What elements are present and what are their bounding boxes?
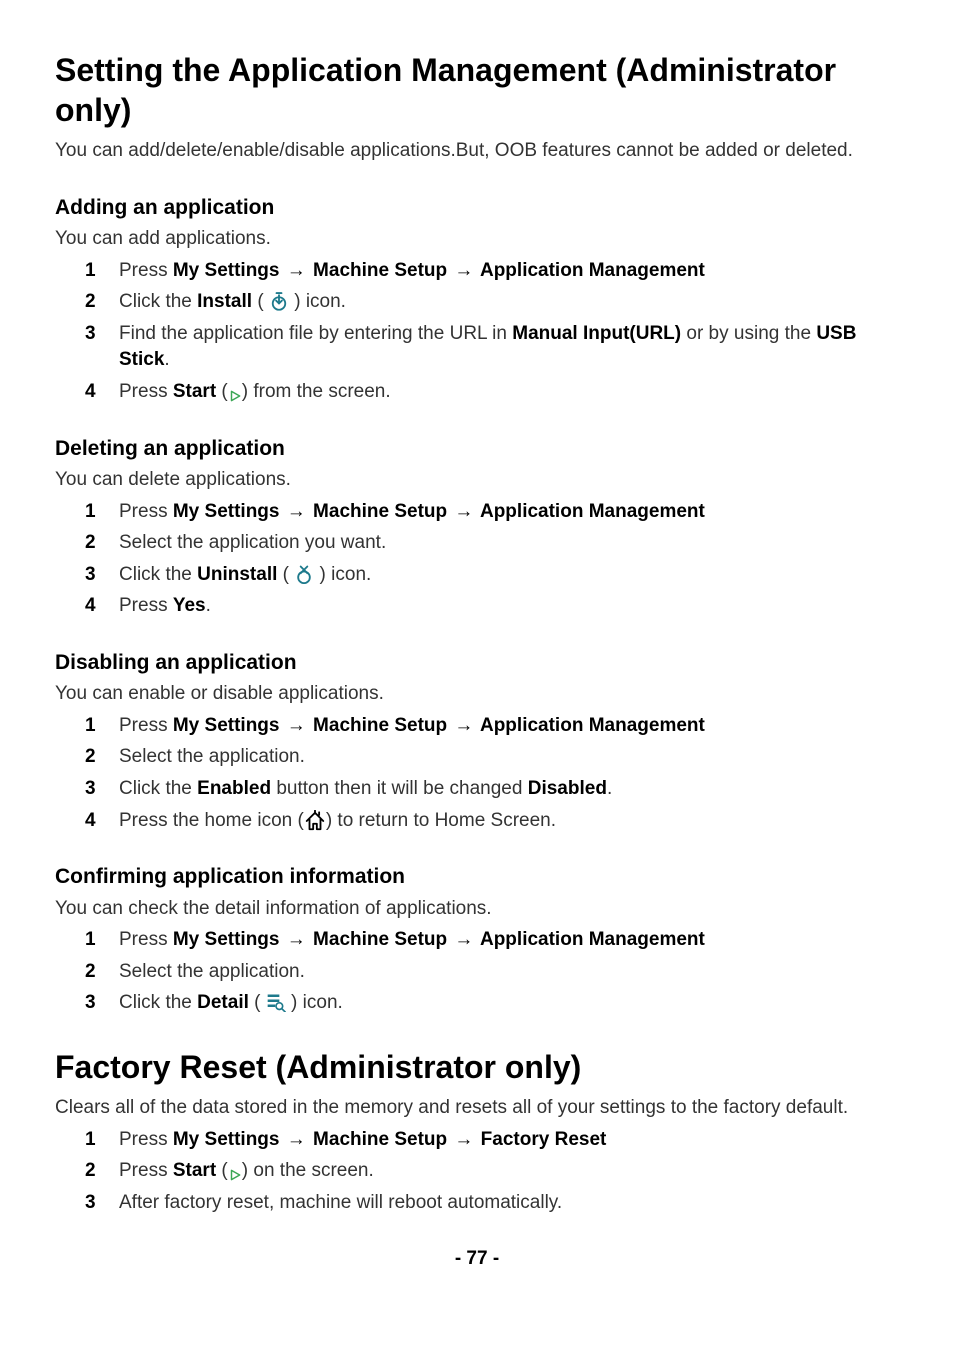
steps-confirming: Press My Settings → Machine Setup → Appl… xyxy=(55,927,899,1017)
list-item: Click the Detail ( ) icon. xyxy=(103,990,899,1017)
arrow-icon: → xyxy=(452,501,475,522)
page-number: - 77 - xyxy=(55,1246,899,1273)
detail-icon xyxy=(266,992,286,1012)
list-item: Press My Settings → Machine Setup → Appl… xyxy=(103,258,899,285)
list-item: Press Start () from the screen. xyxy=(103,379,899,406)
home-icon xyxy=(304,810,326,830)
arrow-icon: → xyxy=(285,1129,308,1150)
intro-deleting: You can delete applications. xyxy=(55,467,899,494)
steps-adding: Press My Settings → Machine Setup → Appl… xyxy=(55,258,899,406)
arrow-icon: → xyxy=(285,501,308,522)
intro-factory-reset: Clears all of the data stored in the mem… xyxy=(55,1095,899,1122)
arrow-icon: → xyxy=(452,1129,475,1150)
arrow-icon: → xyxy=(452,929,475,950)
arrow-icon: → xyxy=(452,715,475,736)
list-item: Select the application. xyxy=(103,959,899,986)
intro-adding: You can add applications. xyxy=(55,226,899,253)
list-item: Click the Install ( ) icon. xyxy=(103,289,899,316)
intro-confirming: You can check the detail information of … xyxy=(55,896,899,923)
start-icon xyxy=(228,385,242,399)
arrow-icon: → xyxy=(285,715,308,736)
heading-app-management: Setting the Application Management (Admi… xyxy=(55,50,899,130)
heading-confirming: Confirming application information xyxy=(55,862,899,891)
list-item: Press the home icon () to return to Home… xyxy=(103,808,899,835)
heading-disabling: Disabling an application xyxy=(55,648,899,677)
arrow-icon: → xyxy=(452,260,475,281)
install-icon xyxy=(269,291,289,311)
heading-deleting: Deleting an application xyxy=(55,434,899,463)
heading-adding: Adding an application xyxy=(55,193,899,222)
steps-deleting: Press My Settings → Machine Setup → Appl… xyxy=(55,499,899,620)
list-item: Press Start () on the screen. xyxy=(103,1158,899,1185)
list-item: Click the Enabled button then it will be… xyxy=(103,776,899,803)
list-item: After factory reset, machine will reboot… xyxy=(103,1190,899,1217)
list-item: Select the application. xyxy=(103,744,899,771)
list-item: Press My Settings → Machine Setup → Fact… xyxy=(103,1127,899,1154)
list-item: Press My Settings → Machine Setup → Appl… xyxy=(103,713,899,740)
list-item: Select the application you want. xyxy=(103,530,899,557)
arrow-icon: → xyxy=(285,929,308,950)
heading-factory-reset: Factory Reset (Administrator only) xyxy=(55,1047,899,1087)
list-item: Press My Settings → Machine Setup → Appl… xyxy=(103,927,899,954)
intro-disabling: You can enable or disable applications. xyxy=(55,681,899,708)
list-item: Press Yes. xyxy=(103,593,899,620)
list-item: Click the Uninstall ( ) icon. xyxy=(103,562,899,589)
start-icon xyxy=(228,1164,242,1178)
uninstall-icon xyxy=(294,564,314,584)
arrow-icon: → xyxy=(285,260,308,281)
steps-disabling: Press My Settings → Machine Setup → Appl… xyxy=(55,713,899,834)
list-item: Find the application file by entering th… xyxy=(103,321,899,374)
steps-factory: Press My Settings → Machine Setup → Fact… xyxy=(55,1127,899,1217)
list-item: Press My Settings → Machine Setup → Appl… xyxy=(103,499,899,526)
intro-app-management: You can add/delete/enable/disable applic… xyxy=(55,138,899,165)
